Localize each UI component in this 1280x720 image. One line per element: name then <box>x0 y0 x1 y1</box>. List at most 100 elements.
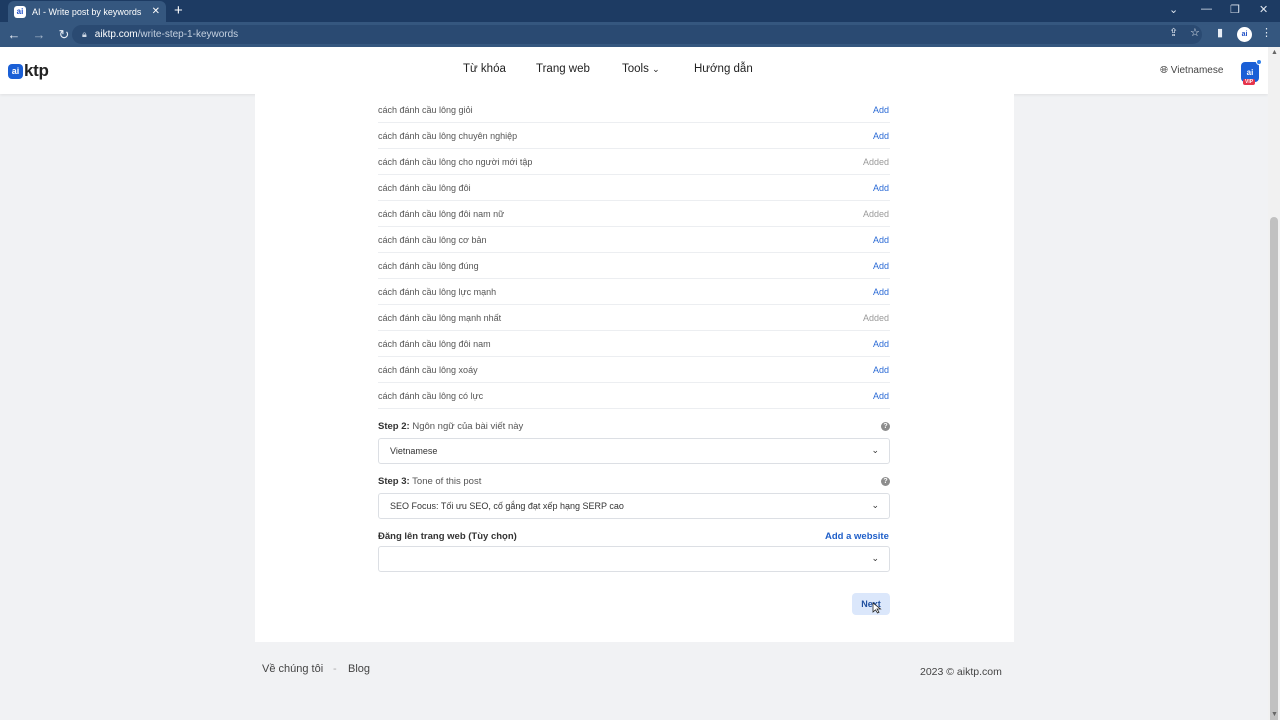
avatar-text: ai <box>1246 67 1254 77</box>
keyword-row: cách đánh cầu lông chuyên nghiệp Add <box>378 123 890 149</box>
keyword-add-button[interactable]: Add <box>873 391 889 401</box>
keyword-add-button[interactable]: Add <box>873 339 889 349</box>
globe-icon: 🌐︎ <box>1160 65 1168 76</box>
tab-favicon-icon: ai <box>14 5 26 18</box>
chevron-down-icon: ⌄ <box>652 64 660 74</box>
logo[interactable]: ai ktp <box>8 61 49 81</box>
language-select-value: Vietnamese <box>390 446 438 456</box>
step2-label: Step 2: Ngôn ngữ của bài viết này <box>378 421 523 432</box>
publish-label: Đăng lên trang web (Tùy chọn) <box>378 531 517 542</box>
restore-icon[interactable]: ❐ <box>1230 3 1240 16</box>
bookmark-star-icon[interactable]: ☆ <box>1190 26 1200 39</box>
keyword-added-status: Added <box>862 208 889 219</box>
scroll-down-icon[interactable]: ▼ <box>1271 711 1278 718</box>
keyword-row: cách đánh cầu lông đôi nam Add <box>378 331 890 357</box>
scroll-up-icon[interactable]: ▲ <box>1271 49 1278 56</box>
nav-websites[interactable]: Trang web <box>536 63 590 75</box>
back-icon[interactable]: ← <box>3 27 25 42</box>
keyword-text: cách đánh cầu lông đôi <box>378 182 471 193</box>
keyword-text: cách đánh cầu lông cho người mới tập <box>378 156 533 167</box>
keyword-row: cách đánh cầu lông cho người mới tập Adde… <box>378 149 890 175</box>
footer-copyright: 2023 © aiktp.com <box>920 666 1002 678</box>
keyword-text: cách đánh cầu lông cơ bản <box>378 234 487 245</box>
keyword-add-button[interactable]: Add <box>873 287 889 297</box>
page-scrollbar[interactable]: ▲ ▼ <box>1268 47 1280 720</box>
share-icon[interactable]: ⇪ <box>1169 26 1178 39</box>
vip-badge: VIP <box>1243 79 1256 85</box>
help-icon[interactable]: ? <box>881 477 890 486</box>
keyword-row: cách đánh cầu lông xoáy Add <box>378 357 890 383</box>
keyword-row: cách đánh cầu lông lực mạnh Add <box>378 279 890 305</box>
main-card: cách đánh cầu lông giỏi Add cách đánh cầu … <box>255 94 1014 642</box>
keyword-text: cách đánh cầu lông mạnh nhất <box>378 312 502 323</box>
step2-bold: Step 2: <box>378 421 410 432</box>
keyword-add-button[interactable]: Add <box>873 235 889 245</box>
help-icon[interactable]: ? <box>881 422 890 431</box>
keyword-text: cách đánh cầu lông có lực <box>378 390 484 401</box>
new-tab-icon[interactable]: + <box>174 2 183 20</box>
keyword-text: cách đánh cầu lông giỏi <box>378 104 473 115</box>
keyword-added-status: Added <box>862 156 889 167</box>
keyword-text: cách đánh cầu lông chuyên nghiệp <box>378 130 518 141</box>
keyword-row: cách đánh cầu lông đôi Add <box>378 175 890 201</box>
language-select[interactable]: Vietnamese ⌄ <box>378 438 890 464</box>
language-label: Vietnamese <box>1170 65 1224 76</box>
keyword-row: cách đánh cầu lông đôi nam nữ Added <box>378 201 890 227</box>
logo-badge: ai <box>8 63 23 79</box>
language-switcher[interactable]: 🌐︎ Vietnamese <box>1160 65 1223 76</box>
url-domain: aiktp.com <box>94 29 138 40</box>
keyword-row: cách đánh cầu lông giỏi Add <box>378 97 890 123</box>
footer-blog-link[interactable]: Blog <box>348 663 370 675</box>
keyword-add-button[interactable]: Add <box>873 261 889 271</box>
avatar[interactable]: ai VIP <box>1241 59 1262 85</box>
nav-keywords[interactable]: Từ khóa <box>463 63 506 75</box>
chevron-down-icon: ⌄ <box>871 445 879 455</box>
tone-select-value: SEO Focus: Tối ưu SEO, cố gắng đạt xếp h… <box>390 501 624 511</box>
minimize-icon[interactable]: — <box>1201 3 1212 15</box>
add-website-link[interactable]: Add a website <box>825 531 889 542</box>
keyword-add-button[interactable]: Add <box>873 105 889 115</box>
keyword-row: cách đánh cầu lông mạnh nhất Added <box>378 305 890 331</box>
keyword-row: cách đánh cầu lông đúng Add <box>378 253 890 279</box>
tab-title: AI - Write post by keywords <box>32 6 142 17</box>
keyword-add-button[interactable]: Add <box>873 365 889 375</box>
tone-select[interactable]: SEO Focus: Tối ưu SEO, cố gắng đạt xếp h… <box>378 493 890 519</box>
footer-separator: - <box>333 663 337 675</box>
lock-icon: 🔒︎ <box>82 29 87 39</box>
browser-tab-bar: ai AI - Write post by keywords ✕ + ⌄ — ❐… <box>0 0 1280 22</box>
keyword-text: cách đánh cầu lông đôi nam <box>378 338 491 349</box>
url-field[interactable]: 🔒︎ aiktp.com/write-step-1-keywords <box>72 25 1202 44</box>
keyword-text: cách đánh cầu lông xoáy <box>378 364 478 375</box>
keyword-list: cách đánh cầu lông giỏi Add cách đánh cầu … <box>378 97 890 409</box>
nav-tools[interactable]: Tools ⌄ <box>622 63 660 75</box>
close-window-icon[interactable]: ✕ <box>1259 3 1268 16</box>
website-select[interactable]: ⌄ <box>378 546 890 572</box>
chevron-down-icon: ⌄ <box>871 500 879 510</box>
logo-text: ktp <box>24 61 49 80</box>
keyword-added-status: Added <box>862 312 889 323</box>
nav-guide[interactable]: Hướng dẫn <box>694 63 753 75</box>
side-panel-icon[interactable]: ▮ <box>1217 26 1223 39</box>
close-tab-icon[interactable]: ✕ <box>152 6 160 17</box>
browser-menu-icon[interactable]: ⋮ <box>1261 26 1272 39</box>
keyword-add-button[interactable]: Add <box>873 131 889 141</box>
address-bar: ← → ↻ 🔒︎ aiktp.com/write-step-1-keywords <box>0 22 1280 47</box>
profile-icon[interactable]: ai <box>1237 27 1252 42</box>
footer-about-link[interactable]: Về chúng tôi <box>262 663 323 675</box>
scrollbar-thumb[interactable] <box>1270 217 1278 720</box>
next-button[interactable]: Next <box>852 593 890 615</box>
tab-search-icon[interactable]: ⌄ <box>1169 3 1178 16</box>
browser-tab[interactable]: ai AI - Write post by keywords ✕ <box>8 1 166 22</box>
step2-text: Ngôn ngữ của bài viết này <box>409 421 524 432</box>
site-header: ai ktp Từ khóa Trang web Tools ⌄ Hướng d… <box>0 47 1268 94</box>
step3-text: Tone of this post <box>409 476 482 487</box>
notification-dot <box>1256 59 1262 65</box>
keyword-text: cách đánh cầu lông đúng <box>378 260 479 271</box>
mouse-cursor-icon <box>872 602 882 614</box>
url-path: /write-step-1-keywords <box>137 29 239 40</box>
keyword-add-button[interactable]: Add <box>873 183 889 193</box>
keyword-row: cách đánh cầu lông có lực Add <box>378 383 890 409</box>
keyword-row: cách đánh cầu lông cơ bản Add <box>378 227 890 253</box>
nav-tools-label: Tools <box>622 63 649 75</box>
forward-icon[interactable]: → <box>28 27 50 42</box>
